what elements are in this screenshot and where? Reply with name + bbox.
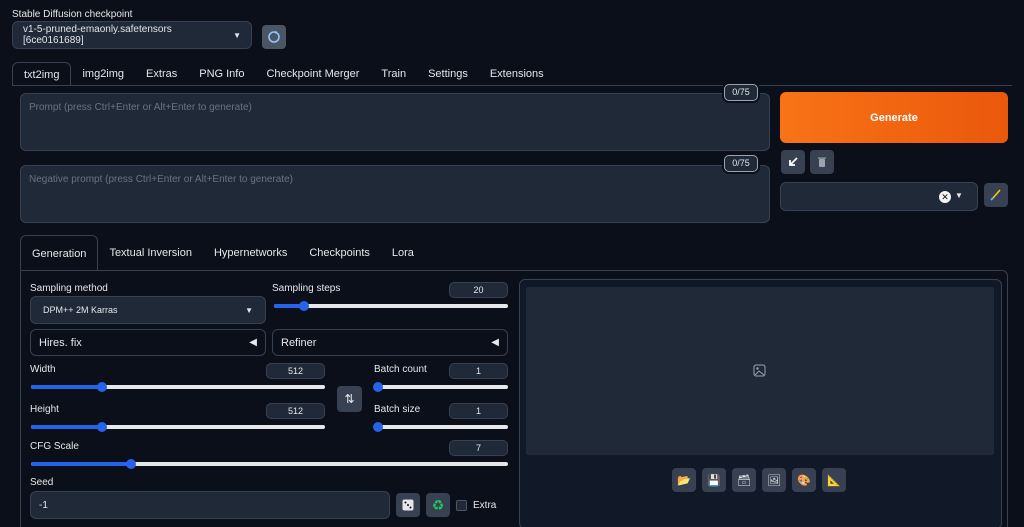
send-to-extras-button[interactable]: 📐 [822,468,846,492]
folder-icon: 📂 [677,474,691,487]
styles-dropdown[interactable]: ✕ ▼ [780,182,978,211]
batch-size-slider[interactable] [373,422,508,432]
height-slider[interactable] [31,422,325,432]
seed-input[interactable]: -1 [30,491,390,519]
batch-size-input[interactable]: 1 [449,403,508,419]
tab-checkpoint-merger[interactable]: Checkpoint Merger [255,62,370,86]
tab-generation[interactable]: Generation [20,235,99,271]
chevron-down-icon: ▼ [245,305,253,315]
zip-icon: 🗃 [737,474,751,487]
sampling-steps-slider[interactable] [274,301,508,311]
seed-label: Seed [30,477,54,488]
negative-prompt-textarea[interactable]: Negative prompt (press Ctrl+Enter or Alt… [20,165,770,223]
open-folder-button[interactable]: 📂 [672,468,696,492]
chevron-down-icon: ▼ [955,191,963,200]
tab-extensions[interactable]: Extensions [479,62,555,86]
prompt-textarea[interactable]: Prompt (press Ctrl+Enter or Alt+Enter to… [20,93,770,151]
cfg-scale-label: CFG Scale [30,441,79,452]
seed-value: -1 [39,499,48,511]
sampling-method-value: DPM++ 2M Karras [43,305,118,315]
tabs-divider [12,85,1012,86]
swap-icon: ⇅ [344,392,355,406]
tab-lora[interactable]: Lora [381,235,425,271]
prompt-token-counter: 0/75 [724,84,758,101]
checkpoint-label: Stable Diffusion checkpoint [12,9,133,20]
negative-prompt-placeholder: Negative prompt (press Ctrl+Enter or Alt… [29,174,294,185]
generate-button[interactable]: Generate [780,92,1008,143]
tab-settings[interactable]: Settings [417,62,479,86]
negative-prompt-token-counter: 0/75 [724,155,758,172]
width-slider[interactable] [31,382,325,392]
tab-train[interactable]: Train [370,62,417,86]
save-button[interactable]: 💾 [702,468,726,492]
trash-icon [818,157,826,167]
sub-tabs: Generation Textual Inversion Hypernetwor… [20,235,425,271]
tab-hypernetworks[interactable]: Hypernetworks [203,235,298,271]
extra-label: Extra [473,500,497,511]
zip-button[interactable]: 🗃 [732,468,756,492]
batch-count-label: Batch count [374,364,427,375]
brush-icon [990,189,1001,201]
random-seed-button[interactable] [396,493,420,517]
refresh-checkpoint-button[interactable] [262,25,286,49]
batch-size-label: Batch size [374,404,421,415]
caret-left-icon: ◀ [249,337,257,348]
checkpoint-dropdown[interactable]: v1-5-pruned-emaonly.safetensors [6ce0161… [12,21,252,49]
save-icon: 💾 [707,474,721,487]
refiner-label: Refiner [281,336,317,349]
tab-img2img[interactable]: img2img [71,62,135,86]
swap-dimensions-button[interactable]: ⇅ [337,386,362,412]
tab-extras[interactable]: Extras [135,62,188,86]
recycle-icon: ♻ [431,496,445,513]
send-to-img2img-button[interactable]: 🖼 [762,468,786,492]
tab-txt2img[interactable]: txt2img [12,62,72,86]
cfg-scale-input[interactable]: 7 [449,440,508,456]
width-input[interactable]: 512 [266,363,325,379]
chevron-down-icon: ▼ [233,30,241,40]
tab-png-info[interactable]: PNG Info [188,62,255,86]
sampling-steps-label: Sampling steps [272,283,341,294]
refiner-accordion[interactable]: Refiner ◀ [272,329,508,356]
arrow-down-left-icon [789,157,798,166]
refresh-icon [268,31,280,43]
sampling-steps-input[interactable]: 20 [449,282,508,298]
clear-icon[interactable]: ✕ [939,191,951,203]
triangle-ruler-icon: 📐 [827,474,841,487]
width-label: Width [30,364,56,375]
picture-icon: 🖼 [767,474,781,487]
image-preview [526,287,994,455]
prompt-placeholder: Prompt (press Ctrl+Enter or Alt+Enter to… [29,102,252,113]
image-icon [753,364,766,377]
batch-count-slider[interactable] [373,382,508,392]
extra-checkbox[interactable] [456,500,467,511]
tab-checkpoints[interactable]: Checkpoints [298,235,381,271]
reuse-seed-button[interactable]: ♻ [426,493,450,517]
tab-textual-inversion[interactable]: Textual Inversion [98,235,203,271]
main-tabs: txt2img img2img Extras PNG Info Checkpoi… [12,62,555,86]
sampling-method-label: Sampling method [30,283,108,294]
hires-fix-label: Hires. fix [39,336,82,349]
caret-left-icon: ◀ [491,337,499,348]
checkpoint-value: v1-5-pruned-emaonly.safetensors [6ce0161… [23,24,172,46]
batch-count-input[interactable]: 1 [449,363,508,379]
cfg-scale-slider[interactable] [31,459,508,469]
palette-icon: 🎨 [797,474,811,487]
hires-fix-accordion[interactable]: Hires. fix ◀ [30,329,266,356]
read-params-button[interactable] [781,150,805,174]
send-to-inpaint-button[interactable]: 🎨 [792,468,816,492]
clear-prompt-button[interactable] [810,150,834,174]
edit-styles-button[interactable] [984,183,1008,207]
height-label: Height [30,404,59,415]
height-input[interactable]: 512 [266,403,325,419]
dice-icon [402,499,414,511]
sampling-method-dropdown[interactable]: DPM++ 2M Karras ▼ [30,296,266,324]
